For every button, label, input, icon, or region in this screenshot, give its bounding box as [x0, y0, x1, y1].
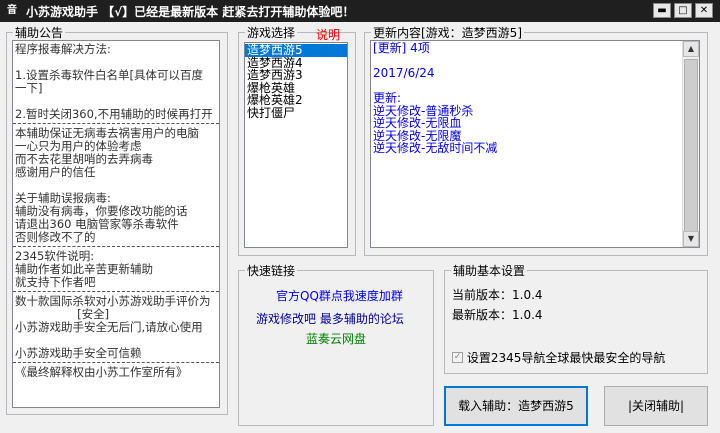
game-list-item[interactable]: 快打僵尸 [245, 106, 347, 120]
game-select-legend: 游戏选择 [247, 26, 296, 40]
app-icon: ⾳ [7, 5, 17, 16]
notice-line: 《最终解释权由小苏工作室所有》 [15, 365, 188, 379]
update-line: [更新] 4项 [373, 41, 430, 55]
notice-line: 感谢用户的信任 [15, 165, 96, 179]
game-listbox[interactable]: 造梦西游5 造梦西游4 造梦西游3 爆枪英雄 爆枪英雄2 快打僵尸 [244, 42, 348, 248]
latest-version: 最新版本：1.0.4 [452, 308, 543, 322]
game-list-item[interactable]: 造梦西游5 [245, 44, 347, 57]
close-window-button[interactable]: ✕ [695, 3, 713, 18]
update-legend: 更新内容[游戏：造梦西游5] [373, 26, 522, 40]
nav-checkbox[interactable]: ✓ [452, 352, 463, 363]
notice-line: 程序报毒解决方法: [15, 42, 111, 56]
cloud-link[interactable]: 蓝奏云网盘 [306, 330, 366, 347]
scroll-up-icon[interactable]: ▲ [683, 41, 699, 57]
window-title: 小苏游戏助手 【√】已经是最新版本 赶紧去打开辅助体验吧！ [26, 5, 355, 19]
notice-line: 就支持下作者吧 [15, 275, 96, 289]
update-scrollbar[interactable]: ▲ ▼ [682, 41, 699, 247]
nav-checkbox-label: 设置2345导航全球最快最安全的导航 [466, 351, 666, 365]
notice-line: 一下] [15, 81, 43, 95]
maximize-button[interactable]: □ [674, 3, 692, 18]
nav-checkbox-row[interactable]: ✓ 设置2345导航全球最快最安全的导航 [452, 349, 665, 365]
notice-line: 小苏游戏助手安全可信赖 [15, 346, 142, 360]
notice-separator [13, 362, 219, 363]
update-textbox[interactable]: [更新] 4项 2017/6/24 更新: 逆天修改-普通秒杀 逆天修改-无限血 逆天修改… [370, 40, 700, 248]
notice-line: 2.暂时关闭360,不用辅助的时候再打开 [15, 107, 213, 121]
notice-separator [13, 246, 219, 247]
title-bar: ⾳ 小苏游戏助手 【√】已经是最新版本 赶紧去打开辅助体验吧！ ▬ □ ✕ [0, 0, 720, 22]
load-helper-button[interactable]: 载入辅助：造梦西游5 [444, 386, 588, 426]
forum-link[interactable]: 游戏修改吧 最多辅助的论坛 [256, 310, 404, 327]
notice-line: 否则修改不了的 [15, 230, 96, 244]
help-link[interactable]: 说明 [316, 26, 340, 43]
qq-group-link[interactable]: 官方QQ群点我速度加群 [276, 287, 403, 304]
notice-content: 程序报毒解决方法: 1.设置杀毒软件白名单[具体可以百度 一下] 2.暂时关闭360,… [13, 41, 219, 379]
close-helper-button[interactable]: |关闭辅助| [604, 386, 708, 426]
minimize-button[interactable]: ▬ [653, 3, 671, 18]
update-line: 2017/6/24 [373, 66, 435, 80]
notice-textbox[interactable]: 程序报毒解决方法: 1.设置杀毒软件白名单[具体可以百度 一下] 2.暂时关闭360,… [12, 40, 220, 408]
game-list-item[interactable]: 爆枪英雄2 [245, 94, 347, 107]
update-line: 逆天修改-无敌时间不减 [373, 141, 498, 155]
scroll-down-icon[interactable]: ▼ [683, 231, 699, 247]
notice-line: 小苏游戏助手安全无后门,请放心使用 [15, 320, 203, 334]
game-list: 造梦西游5 造梦西游4 造梦西游3 爆枪英雄 爆枪英雄2 快打僵尸 [245, 43, 347, 119]
update-line [371, 80, 699, 93]
update-line: 更新: [373, 91, 402, 105]
update-line: 逆天修改-无限血 [373, 116, 462, 130]
notice-line: 1.设置杀毒软件白名单[具体可以百度 [15, 68, 203, 82]
settings-legend: 辅助基本设置 [453, 264, 526, 278]
current-version: 当前版本：1.0.4 [452, 288, 543, 302]
update-content: [更新] 4项 2017/6/24 更新: 逆天修改-普通秒杀 逆天修改-无限血 逆天修改… [371, 41, 699, 155]
scroll-thumb[interactable] [684, 59, 698, 247]
notice-legend: 辅助公告 [15, 26, 64, 40]
game-list-item[interactable]: 造梦西游3 [245, 69, 347, 82]
notice-separator [13, 291, 219, 292]
notice-separator [13, 123, 219, 124]
quick-links-legend: 快速链接 [247, 264, 296, 278]
